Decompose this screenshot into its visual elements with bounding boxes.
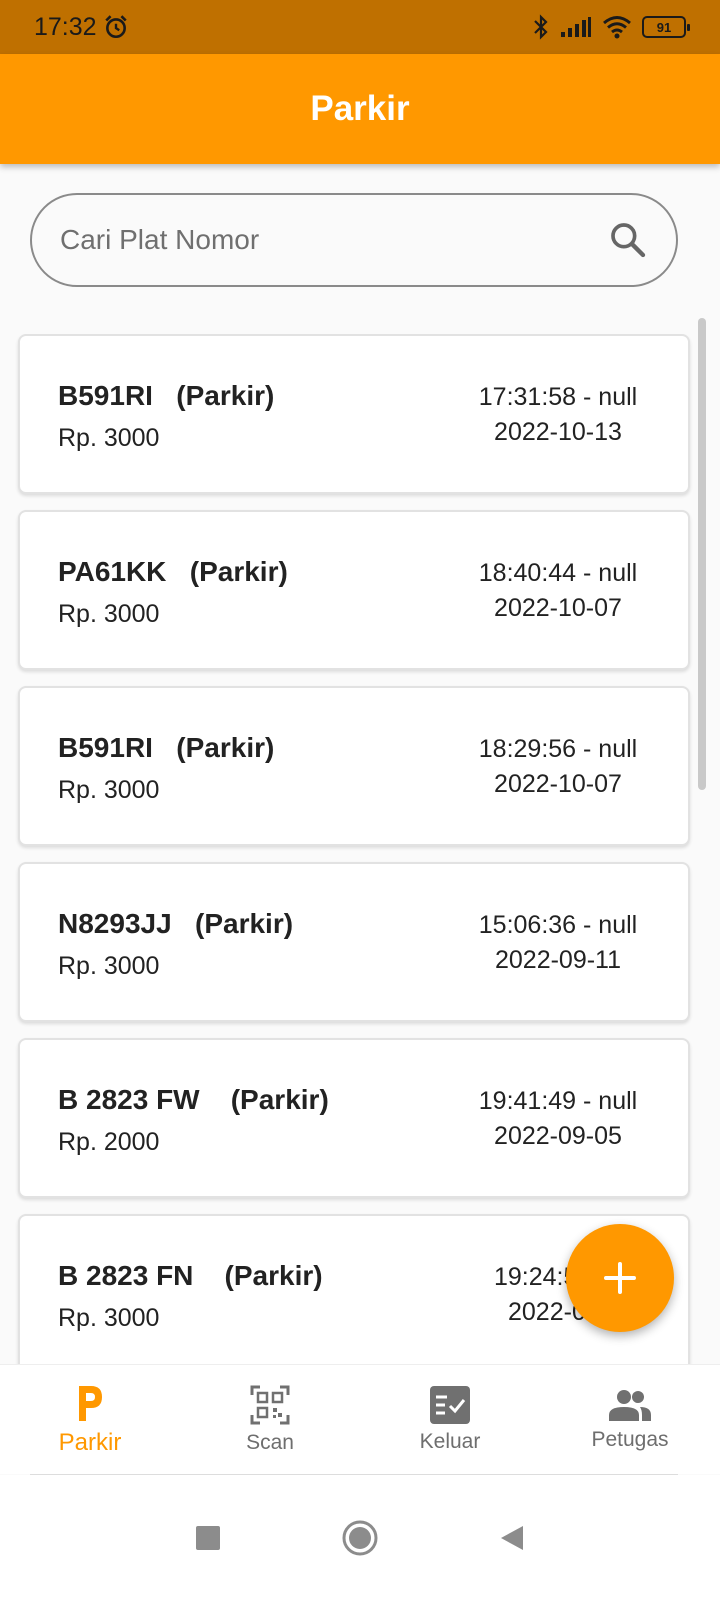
entry-time: 19:41:49 - null: [478, 1087, 638, 1115]
parking-price: Rp. 3000: [58, 776, 160, 804]
battery-level: 91: [656, 19, 672, 35]
add-parking-button[interactable]: [566, 1224, 674, 1332]
entry-date: 2022-09-05: [494, 1122, 622, 1150]
parking-price: Rp. 3000: [58, 1304, 160, 1332]
time-block: 15:06:36 - null 2022-09-11: [458, 908, 658, 978]
time-block: 18:40:44 - null 2022-10-07: [458, 556, 658, 626]
people-icon: [609, 1389, 651, 1421]
plate-number: B591RI (Parkir): [58, 732, 275, 763]
signal-icon: [561, 17, 591, 37]
bluetooth-icon: [534, 14, 548, 40]
back-button[interactable]: [499, 1524, 525, 1552]
search-icon[interactable]: [608, 220, 648, 260]
nav-label: Petugas: [591, 1427, 669, 1451]
status-time: 17:32: [34, 12, 97, 41]
parking-card[interactable]: PA61KK (Parkir) Rp. 3000 18:40:44 - null…: [18, 510, 690, 670]
nav-label: Scan: [246, 1430, 294, 1454]
plus-icon: [604, 1262, 636, 1294]
nav-item-scan[interactable]: Scan: [180, 1365, 360, 1474]
plate-number: B 2823 FW (Parkir): [58, 1084, 329, 1115]
page-title: Parkir: [310, 89, 410, 128]
wifi-icon: [603, 16, 631, 39]
plate-number: B 2823 FN (Parkir): [58, 1260, 323, 1291]
qr-scan-icon: [250, 1385, 290, 1424]
nav-label: Keluar: [419, 1429, 481, 1453]
time-block: 19:41:49 - null 2022-09-05: [458, 1084, 658, 1154]
status-left: 17:32: [34, 13, 129, 42]
time-block: 17:31:58 - null 2022-10-13: [458, 380, 658, 450]
entry-time: 18:29:56 - null: [478, 735, 638, 763]
entry-time: 17:31:58 - null: [478, 383, 638, 411]
nav-label: Parkir: [58, 1428, 122, 1456]
entry-date: 2022-09-11: [494, 946, 622, 974]
plate-number: PA61KK (Parkir): [58, 556, 288, 587]
recent-apps-button[interactable]: [195, 1525, 221, 1551]
parking-card[interactable]: B591RI (Parkir) Rp. 3000 18:29:56 - null…: [18, 686, 690, 846]
nav-item-parkir[interactable]: Parkir: [0, 1365, 180, 1474]
entry-date: 2022-10-07: [494, 594, 622, 622]
parking-price: Rp. 3000: [58, 600, 160, 628]
status-right: 91: [532, 14, 690, 40]
parking-card[interactable]: B 2823 FW (Parkir) Rp. 2000 19:41:49 - n…: [18, 1038, 690, 1198]
status-bar: 17:32 91: [0, 0, 720, 54]
entry-time: 18:40:44 - null: [478, 559, 638, 587]
alarm-icon: [104, 15, 127, 39]
entry-date: 2022-10-07: [494, 770, 622, 798]
time-block: 18:29:56 - null 2022-10-07: [458, 732, 658, 802]
nav-item-keluar[interactable]: Keluar: [360, 1365, 540, 1474]
parking-list: B591RI (Parkir) Rp. 3000 17:31:58 - null…: [0, 334, 720, 1364]
bottom-navigation: Parkir Scan Keluar Petugas: [0, 1364, 720, 1474]
system-navigation: [0, 1475, 720, 1600]
entry-time: 15:06:36 - null: [478, 911, 638, 939]
home-button[interactable]: [341, 1519, 379, 1557]
parking-price: Rp. 3000: [58, 952, 160, 980]
plate-number: N8293JJ (Parkir): [58, 908, 294, 939]
parking-price: Rp. 2000: [58, 1128, 160, 1156]
search-input[interactable]: [60, 224, 608, 256]
entry-date: 2022-10-13: [494, 418, 622, 446]
battery-icon: 91: [642, 16, 690, 38]
parking-card[interactable]: B591RI (Parkir) Rp. 3000 17:31:58 - null…: [18, 334, 690, 494]
parking-price: Rp. 3000: [58, 424, 160, 452]
app-bar: Parkir: [0, 54, 720, 164]
checklist-icon: [430, 1385, 470, 1424]
search-bar[interactable]: [30, 193, 678, 287]
plate-number: B591RI (Parkir): [58, 380, 275, 411]
nav-item-petugas[interactable]: Petugas: [540, 1365, 720, 1474]
parking-icon: [79, 1385, 102, 1421]
parking-card[interactable]: N8293JJ (Parkir) Rp. 3000 15:06:36 - nul…: [18, 862, 690, 1022]
